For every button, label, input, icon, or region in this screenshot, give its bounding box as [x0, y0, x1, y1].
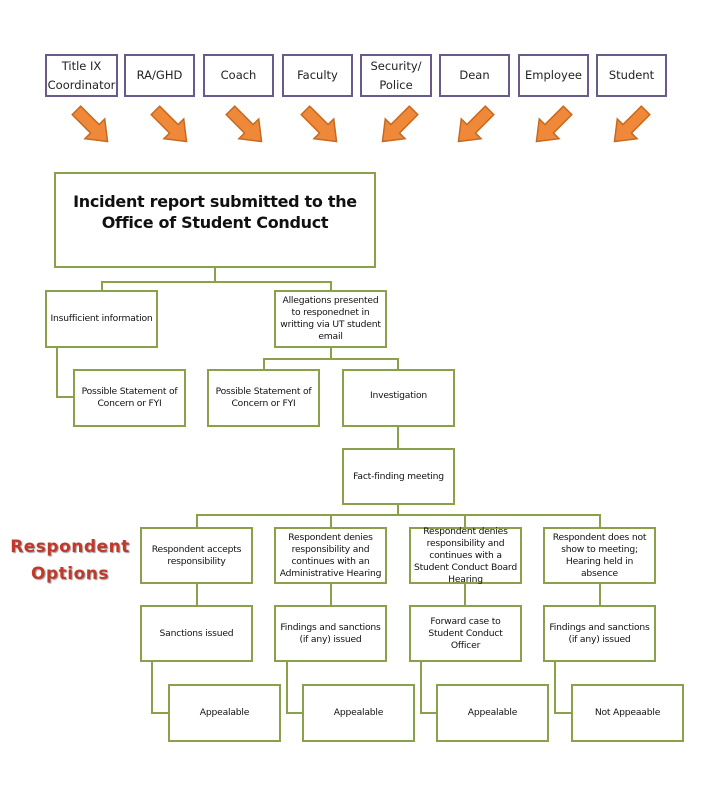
connector — [286, 662, 288, 714]
appeal-status: Appealable — [168, 684, 281, 742]
connector — [263, 358, 399, 360]
respondent-options-line1: Respondent — [10, 537, 130, 557]
appeal-status-not-appealable: Not Appeaable — [571, 684, 684, 742]
option-conduct-board-hearing: Respondent denies responsibility and con… — [409, 526, 522, 585]
connector — [599, 584, 601, 606]
arrow-down-left-icon — [613, 105, 651, 143]
respondent-options-line2: Options — [31, 564, 109, 584]
connector — [554, 662, 556, 714]
connector — [554, 712, 572, 714]
source-employee: Employee — [518, 54, 589, 97]
node-allegations-presented: Allegations presented to responednet in … — [274, 290, 387, 348]
respondent-options-label: Respondent Options — [10, 534, 130, 588]
connector — [101, 281, 332, 283]
option-administrative-hearing: Respondent denies responsibility and con… — [274, 527, 387, 584]
outcome-findings-sanctions-absence: Findings and sanctions (if any) issued — [543, 605, 656, 662]
connector — [420, 662, 422, 714]
connector — [214, 268, 216, 282]
source-title-ix-coordinator: Title IX Coordinator — [45, 54, 118, 97]
arrow-down-right-icon — [71, 105, 109, 143]
connector — [397, 427, 399, 449]
source-coach: Coach — [203, 54, 274, 97]
source-faculty: Faculty — [282, 54, 353, 97]
node-investigation: Investigation — [342, 369, 455, 427]
connector — [151, 662, 153, 714]
option-does-not-show: Respondent does not show to meeting; Hea… — [543, 527, 656, 584]
connector — [56, 348, 58, 398]
connector — [330, 514, 332, 528]
appeal-status: Appealable — [302, 684, 415, 742]
root-incident-report: Incident report submitted to the Office … — [54, 172, 376, 268]
arrow-down-right-icon — [300, 105, 338, 143]
connector — [464, 584, 466, 606]
connector — [56, 396, 74, 398]
arrow-down-right-icon — [150, 105, 188, 143]
appeal-status: Appealable — [436, 684, 549, 742]
option-accepts-responsibility: Respondent accepts responsibility — [140, 527, 253, 584]
arrow-down-right-icon — [225, 105, 263, 143]
connector — [330, 584, 332, 606]
outcome-findings-sanctions: Findings and sanctions (if any) issued — [274, 605, 387, 662]
node-insufficient-information: Insufficient information — [45, 290, 158, 348]
connector — [196, 584, 198, 606]
source-student: Student — [596, 54, 667, 97]
arrow-down-left-icon — [457, 105, 495, 143]
source-dean: Dean — [439, 54, 510, 97]
outcome-sanctions-issued: Sanctions issued — [140, 605, 253, 662]
outcome-forward-case: Forward case to Student Conduct Officer — [409, 605, 522, 662]
source-ra-ghd: RA/GHD — [124, 54, 195, 97]
connector — [196, 514, 198, 528]
connector — [599, 514, 601, 528]
arrow-down-left-icon — [535, 105, 573, 143]
connector — [151, 712, 169, 714]
node-possible-statement-mid: Possible Statement of Concern or FYI — [207, 369, 320, 427]
node-possible-statement-left: Possible Statement of Concern or FYI — [73, 369, 186, 427]
arrow-down-left-icon — [381, 105, 419, 143]
connector — [196, 514, 601, 516]
node-fact-finding-meeting: Fact-finding meeting — [342, 448, 455, 505]
source-security-police: Security/ Police — [360, 54, 432, 97]
